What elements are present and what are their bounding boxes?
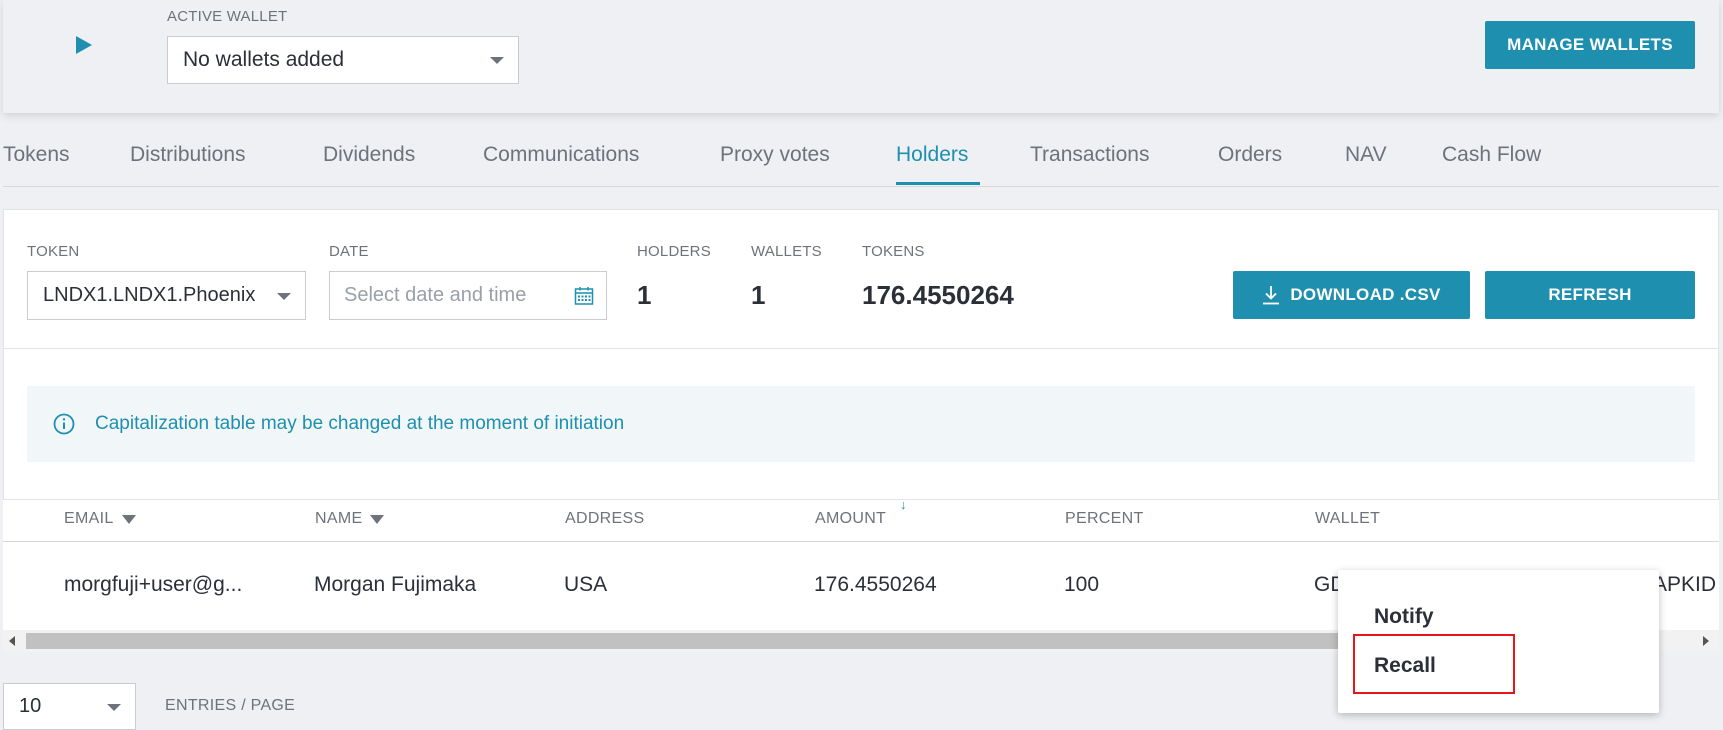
column-header-label: AMOUNT xyxy=(815,510,887,527)
column-header-label: EMAIL xyxy=(64,510,114,527)
column-header-amount[interactable]: AMOUNT xyxy=(815,510,886,528)
cell-amount: 176.4550264 xyxy=(814,573,937,596)
chevron-down-icon xyxy=(277,292,291,300)
refresh-button[interactable]: REFRESH xyxy=(1485,271,1695,319)
column-header-label: ADDRESS xyxy=(565,510,645,527)
info-icon xyxy=(53,413,75,435)
sort-arrow-icon: ↓ xyxy=(900,497,907,512)
notice-text: Capitalization table may be changed at t… xyxy=(95,413,625,434)
active-tab-indicator xyxy=(896,182,980,185)
page-size-value: 10 xyxy=(19,695,42,717)
cell-percent: 100 xyxy=(1064,573,1100,596)
column-header-label: PERCENT xyxy=(1065,510,1144,527)
tab-distributions[interactable]: Distributions xyxy=(130,143,246,167)
column-header-name[interactable]: NAME xyxy=(315,510,385,528)
tab-transactions[interactable]: Transactions xyxy=(1030,143,1149,167)
scroll-left-icon[interactable] xyxy=(9,636,15,646)
wallets-stat-value: 1 xyxy=(751,280,766,310)
tab-proxy-votes[interactable]: Proxy votes xyxy=(720,143,830,167)
tab-dividends[interactable]: Dividends xyxy=(323,143,415,167)
filter-icon[interactable] xyxy=(370,514,385,524)
tab-cash-flow[interactable]: Cash Flow xyxy=(1442,143,1541,167)
play-icon[interactable] xyxy=(76,36,92,54)
panel-divider xyxy=(3,348,1719,349)
filter-icon[interactable] xyxy=(121,514,136,524)
tab-nav[interactable]: NAV xyxy=(1345,143,1387,167)
tab-tokens[interactable]: Tokens xyxy=(3,143,70,167)
date-label: DATE xyxy=(329,243,369,260)
holders-stat-value: 1 xyxy=(637,280,652,310)
active-wallet-label: ACTIVE WALLET xyxy=(167,8,288,25)
tab-bar: Tokens Distributions Dividends Communica… xyxy=(3,126,1719,187)
tab-communications[interactable]: Communications xyxy=(483,143,639,167)
cell-name: Morgan Fujimaka xyxy=(314,573,477,596)
tokens-stat-value: 176.4550264 xyxy=(862,280,1014,310)
tokens-stat-label: TOKENS xyxy=(862,243,925,260)
cell-email: morgfuji+user@g... xyxy=(64,573,243,596)
column-header-label: WALLET xyxy=(1315,510,1381,527)
token-select[interactable]: LNDX1.LNDX1.Phoenix xyxy=(27,271,306,320)
wallets-stat-label: WALLETS xyxy=(751,243,822,260)
date-placeholder: Select date and time xyxy=(344,284,527,306)
tab-orders[interactable]: Orders xyxy=(1218,143,1282,167)
download-icon xyxy=(1263,286,1280,305)
menu-item-notify[interactable]: Notify xyxy=(1374,605,1434,629)
active-wallet-value: No wallets added xyxy=(183,48,345,71)
token-label: TOKEN xyxy=(27,243,80,260)
row-context-menu: Notify Recall xyxy=(1338,570,1659,713)
download-csv-button[interactable]: DOWNLOAD .CSV xyxy=(1233,271,1470,319)
manage-wallets-button[interactable]: MANAGE WALLETS xyxy=(1485,21,1695,69)
column-header-label: NAME xyxy=(315,510,363,527)
info-notice: Capitalization table may be changed at t… xyxy=(27,386,1695,462)
entries-per-page-label: ENTRIES / PAGE xyxy=(165,697,296,714)
token-value: LNDX1.LNDX1.Phoenix xyxy=(43,284,256,306)
table-header-divider xyxy=(3,541,1719,542)
chevron-down-icon xyxy=(490,57,504,64)
download-csv-label: DOWNLOAD .CSV xyxy=(1290,285,1441,304)
page-size-select[interactable]: 10 xyxy=(3,683,136,730)
date-input[interactable]: Select date and time xyxy=(329,271,607,320)
recall-highlight-box xyxy=(1353,634,1515,694)
column-header-address[interactable]: ADDRESS xyxy=(565,510,644,528)
column-header-percent[interactable]: PERCENT xyxy=(1065,510,1144,528)
column-header-wallet[interactable]: WALLET xyxy=(1315,510,1380,528)
column-header-email[interactable]: EMAIL xyxy=(64,510,136,528)
scrollbar-thumb[interactable] xyxy=(26,633,1351,649)
tab-holders[interactable]: Holders xyxy=(896,143,968,167)
scroll-right-icon[interactable] xyxy=(1703,636,1709,646)
calendar-icon xyxy=(574,287,594,305)
cell-address: USA xyxy=(564,573,608,596)
chevron-down-icon xyxy=(107,703,121,711)
holders-stat-label: HOLDERS xyxy=(637,243,711,260)
active-wallet-select[interactable]: No wallets added xyxy=(167,36,519,84)
cell-wallet-end: APKID xyxy=(1653,573,1717,596)
